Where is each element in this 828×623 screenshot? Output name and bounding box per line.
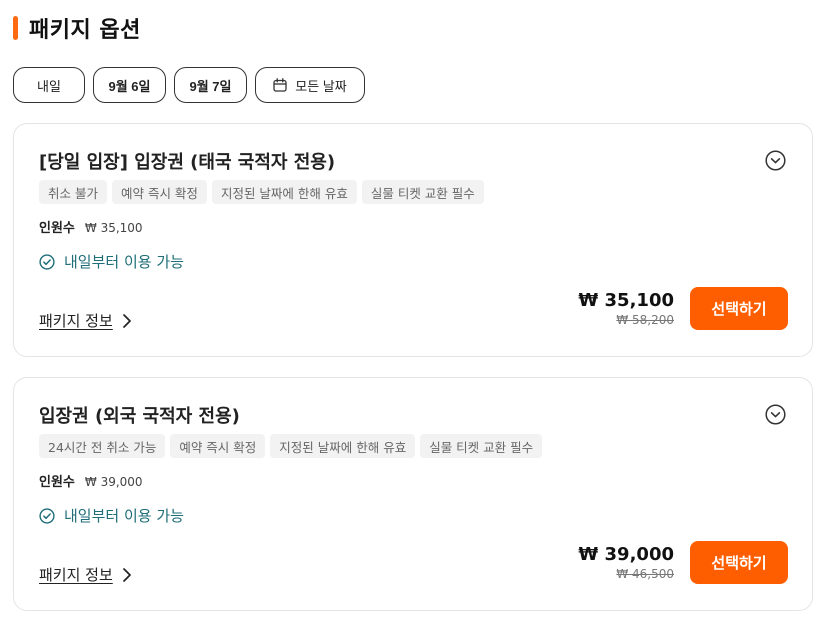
- date-filter: 내일 9월 6일 9월 7일 모든 날짜: [13, 67, 365, 103]
- date-chip-label: 모든 날짜: [295, 78, 347, 94]
- availability: 내일부터 이용 가능: [39, 251, 184, 272]
- tag-cancellation: 24시간 전 취소 가능: [39, 434, 166, 458]
- package-info-label: 패키지 정보: [39, 566, 113, 584]
- date-chip-sep-6[interactable]: 9월 6일: [93, 67, 166, 103]
- price: ₩ 39,000: [578, 544, 674, 565]
- pax-price: ₩ 39,000: [84, 475, 143, 489]
- section-title: 패키지 옵션: [29, 18, 141, 43]
- date-chip-all-dates[interactable]: 모든 날짜: [255, 67, 365, 103]
- tag-ticket-exchange: 실물 티켓 교환 필수: [420, 434, 543, 458]
- package-card: [당일 입장] 입장권 (태국 국적자 전용) 취소 불가 예약 즉시 확정 지…: [13, 123, 813, 357]
- availability-text: 내일부터 이용 가능: [64, 253, 184, 271]
- tag-instant-confirm: 예약 즉시 확정: [111, 180, 207, 204]
- tag-validity: 지정된 날짜에 한해 유효: [211, 180, 357, 204]
- tag-instant-confirm: 예약 즉시 확정: [170, 434, 266, 458]
- availability-text: 내일부터 이용 가능: [64, 507, 184, 525]
- date-chip-tomorrow[interactable]: 내일: [13, 67, 85, 103]
- check-circle-icon: [39, 507, 55, 524]
- price-box: ₩ 35,100 ₩ 58,200: [578, 290, 674, 327]
- package-tags: 24시간 전 취소 가능 예약 즉시 확정 지정된 날짜에 한해 유효 실물 티…: [39, 434, 543, 458]
- check-circle-icon: [39, 253, 55, 270]
- package-info-link[interactable]: 패키지 정보: [39, 310, 133, 331]
- pax-price: ₩ 35,100: [84, 221, 143, 235]
- price-box: ₩ 39,000 ₩ 46,500: [578, 544, 674, 581]
- chevron-down-icon[interactable]: [765, 150, 786, 171]
- original-price: ₩ 46,500: [616, 567, 674, 581]
- package-title: 입장권 (외국 국적자 전용): [39, 406, 240, 427]
- package-card: 입장권 (외국 국적자 전용) 24시간 전 취소 가능 예약 즉시 확정 지정…: [13, 377, 813, 611]
- date-chip-sep-7[interactable]: 9월 7일: [174, 67, 247, 103]
- tag-ticket-exchange: 실물 티켓 교환 필수: [361, 180, 484, 204]
- chevron-down-icon[interactable]: [765, 404, 786, 425]
- date-chip-label: 9월 6일: [108, 78, 151, 94]
- select-button[interactable]: 선택하기: [690, 287, 788, 330]
- tag-cancellation: 취소 불가: [39, 180, 107, 204]
- original-price: ₩ 58,200: [616, 313, 674, 327]
- package-info-link[interactable]: 패키지 정보: [39, 564, 133, 585]
- price: ₩ 35,100: [578, 290, 674, 311]
- tag-validity: 지정된 날짜에 한해 유효: [270, 434, 416, 458]
- availability: 내일부터 이용 가능: [39, 505, 184, 526]
- package-title: [당일 입장] 입장권 (태국 국적자 전용): [39, 152, 336, 173]
- calendar-icon: [273, 78, 287, 92]
- date-chip-label: 내일: [37, 78, 61, 94]
- select-button[interactable]: 선택하기: [690, 541, 788, 584]
- pax-label: 인원수: [39, 475, 75, 490]
- chevron-right-icon: [122, 313, 131, 328]
- pax-row: 인원수 ₩ 35,100: [39, 217, 143, 236]
- package-tags: 취소 불가 예약 즉시 확정 지정된 날짜에 한해 유효 실물 티켓 교환 필수: [39, 180, 484, 204]
- date-chip-label: 9월 7일: [189, 78, 232, 94]
- section-header: 패키지 옵션: [13, 14, 141, 43]
- chevron-right-icon: [122, 567, 131, 582]
- pax-row: 인원수 ₩ 39,000: [39, 471, 143, 490]
- title-accent-bar: [13, 16, 18, 40]
- package-info-label: 패키지 정보: [39, 312, 113, 330]
- pax-label: 인원수: [39, 221, 75, 236]
